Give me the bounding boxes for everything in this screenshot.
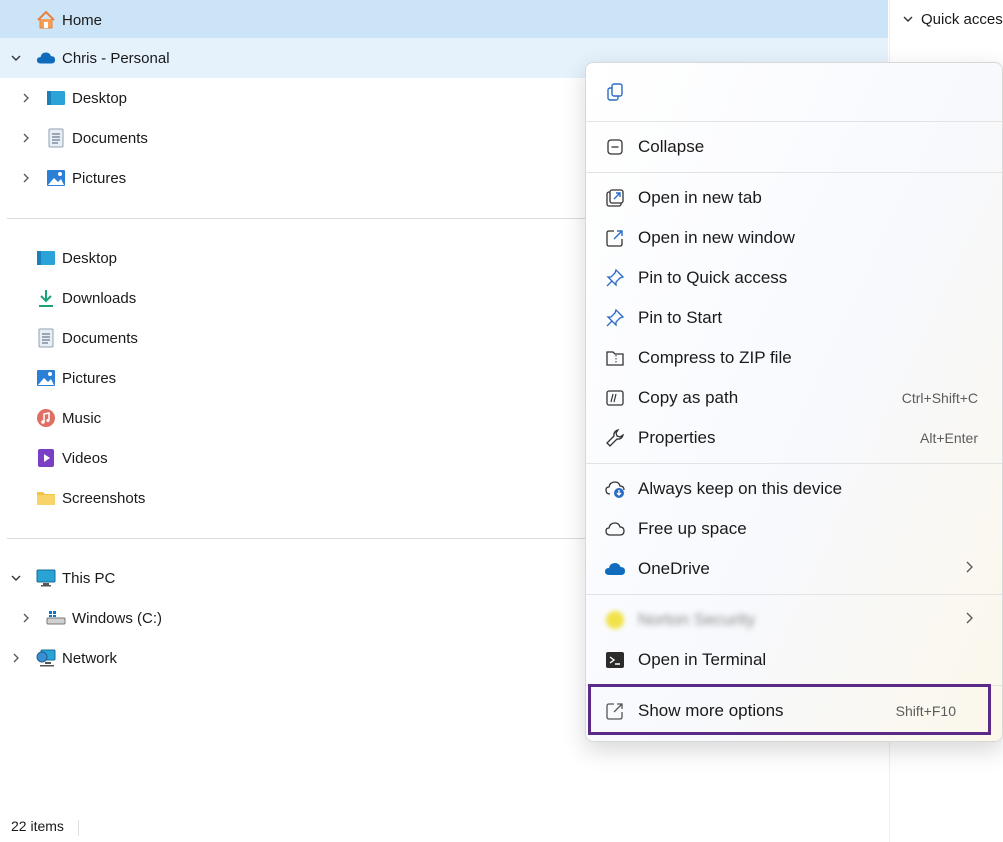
cloud-download-icon bbox=[604, 478, 626, 500]
download-icon bbox=[36, 288, 56, 308]
drive-icon bbox=[46, 608, 66, 628]
nav-item-home[interactable]: Home bbox=[0, 0, 888, 40]
menu-item-compress-zip[interactable]: Compress to ZIP file bbox=[586, 338, 1002, 378]
menu-item-open-terminal[interactable]: Open in Terminal bbox=[586, 640, 1002, 680]
desktop-folder-icon bbox=[46, 88, 66, 108]
chevron-right-icon[interactable] bbox=[18, 130, 34, 146]
chevron-right-icon[interactable] bbox=[18, 610, 34, 626]
home-icon bbox=[36, 10, 56, 30]
menu-item-label: Open in Terminal bbox=[638, 650, 767, 669]
pictures-icon bbox=[46, 168, 66, 188]
nav-label: Music bbox=[62, 409, 102, 427]
nav-label: Pictures bbox=[62, 369, 117, 387]
menu-item-pin-quick-access[interactable]: Pin to Quick access bbox=[586, 258, 1002, 298]
menu-item-label: Collapse bbox=[638, 137, 705, 156]
menu-item-label: Open in new window bbox=[638, 228, 795, 247]
menu-item-label: Pin to Quick access bbox=[638, 268, 788, 287]
menu-item-label: Properties bbox=[638, 428, 716, 447]
chevron-down-icon[interactable] bbox=[8, 570, 24, 586]
shortcut-label: Ctrl+Shift+C bbox=[901, 390, 978, 406]
terminal-icon bbox=[604, 649, 626, 671]
menu-item-label: OneDrive bbox=[638, 559, 710, 578]
menu-item-collapse[interactable]: Collapse bbox=[586, 127, 1002, 167]
chevron-down-icon[interactable] bbox=[902, 12, 914, 30]
folder-icon bbox=[36, 488, 56, 508]
documents-icon bbox=[46, 128, 66, 148]
context-menu: Collapse Open in new tab Open in new win… bbox=[585, 62, 1003, 742]
menu-separator bbox=[586, 121, 1002, 122]
norton-icon bbox=[604, 609, 626, 631]
pictures-icon bbox=[36, 368, 56, 388]
desktop-folder-icon bbox=[36, 248, 56, 268]
nav-label: Desktop bbox=[72, 89, 128, 107]
wrench-icon bbox=[604, 427, 626, 449]
more-options-icon bbox=[604, 700, 626, 722]
menu-item-always-keep[interactable]: Always keep on this device bbox=[586, 469, 1002, 509]
copy-path-icon bbox=[604, 387, 626, 409]
collapse-icon bbox=[604, 136, 626, 158]
menu-item-open-new-window[interactable]: Open in new window bbox=[586, 218, 1002, 258]
nav-label: Pictures bbox=[72, 169, 127, 187]
status-item-count: 22 items bbox=[11, 818, 64, 834]
menu-item-label: Open in new tab bbox=[638, 188, 762, 207]
menu-separator bbox=[586, 463, 1002, 464]
nav-label: Network bbox=[62, 649, 118, 667]
pin-icon bbox=[604, 307, 626, 329]
new-tab-icon bbox=[604, 187, 626, 209]
menu-item-open-new-tab[interactable]: Open in new tab bbox=[586, 178, 1002, 218]
shortcut-label: Alt+Enter bbox=[920, 430, 978, 446]
nav-label: Windows (C:) bbox=[72, 609, 163, 627]
shortcut-label: Shift+F10 bbox=[895, 703, 956, 719]
menu-item-norton[interactable]: Norton Security bbox=[586, 600, 1002, 640]
nav-label: Home bbox=[62, 11, 103, 29]
menu-item-pin-start[interactable]: Pin to Start bbox=[586, 298, 1002, 338]
chevron-right-icon bbox=[964, 559, 974, 579]
menu-item-label: Compress to ZIP file bbox=[638, 348, 792, 367]
menu-item-free-space[interactable]: Free up space bbox=[586, 509, 1002, 549]
menu-separator bbox=[586, 172, 1002, 173]
divider bbox=[7, 218, 587, 219]
zip-folder-icon bbox=[604, 347, 626, 369]
divider bbox=[7, 538, 587, 539]
menu-item-onedrive[interactable]: OneDrive bbox=[586, 549, 1002, 589]
menu-item-label: Always keep on this device bbox=[638, 479, 843, 498]
chevron-down-icon[interactable] bbox=[8, 50, 24, 66]
onedrive-icon bbox=[604, 558, 626, 580]
videos-icon bbox=[36, 448, 56, 468]
nav-label: Documents bbox=[62, 329, 138, 347]
nav-label: Videos bbox=[62, 449, 108, 467]
menu-item-show-more-options[interactable]: Show more options Shift+F10 bbox=[586, 691, 1002, 731]
menu-item-label: Copy as path bbox=[638, 388, 739, 407]
music-icon bbox=[36, 408, 56, 428]
onedrive-icon bbox=[36, 48, 56, 68]
menu-separator bbox=[586, 685, 1002, 686]
menu-separator bbox=[586, 594, 1002, 595]
status-divider bbox=[78, 820, 79, 836]
documents-icon bbox=[36, 328, 56, 348]
chevron-right-icon[interactable] bbox=[18, 90, 34, 106]
menu-item-label: Pin to Start bbox=[638, 308, 723, 327]
nav-label: Documents bbox=[72, 129, 148, 147]
nav-label: Desktop bbox=[62, 249, 118, 267]
nav-label: Chris - Personal bbox=[62, 49, 170, 67]
pin-icon bbox=[604, 267, 626, 289]
copy-icon bbox=[604, 81, 626, 103]
menu-item-label: Free up space bbox=[638, 519, 747, 538]
menu-item-copy-as-path[interactable]: Copy as path Ctrl+Shift+C bbox=[586, 378, 1002, 418]
chevron-right-icon bbox=[964, 610, 974, 630]
menu-item-label: Show more options bbox=[638, 701, 784, 720]
computer-icon bbox=[36, 568, 56, 588]
chevron-right-icon[interactable] bbox=[8, 650, 24, 666]
quick-access-header[interactable]: Quick access bbox=[921, 11, 1003, 28]
nav-label: Screenshots bbox=[62, 489, 146, 507]
chevron-right-icon[interactable] bbox=[18, 170, 34, 186]
nav-label: Downloads bbox=[62, 289, 137, 307]
copy-button[interactable] bbox=[586, 72, 1002, 112]
network-icon bbox=[36, 648, 56, 668]
nav-label: This PC bbox=[62, 569, 116, 587]
menu-item-properties[interactable]: Properties Alt+Enter bbox=[586, 418, 1002, 458]
menu-item-label: Norton Security bbox=[638, 610, 756, 629]
cloud-icon bbox=[604, 518, 626, 540]
open-window-icon bbox=[604, 227, 626, 249]
